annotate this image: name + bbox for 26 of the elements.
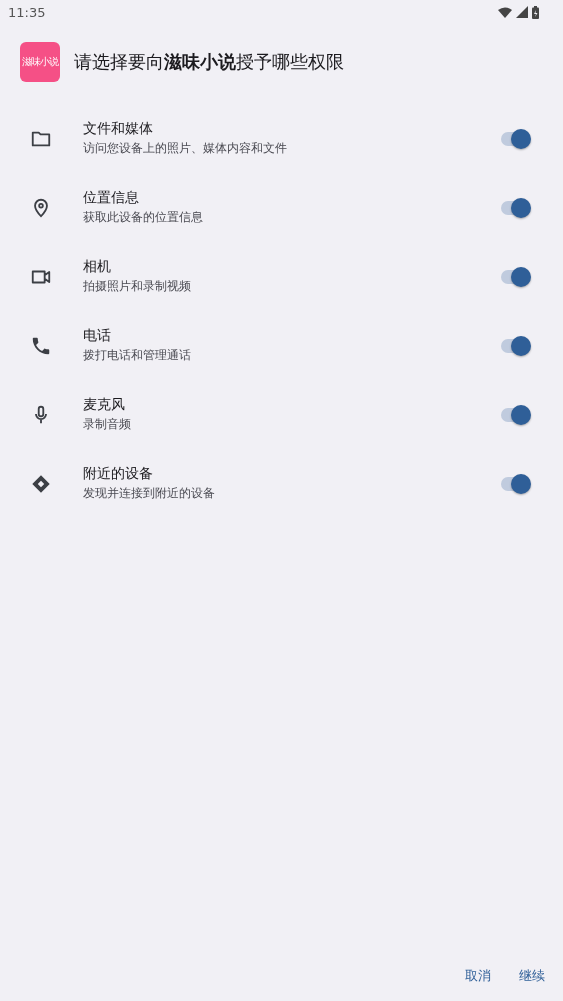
toggle-switch[interactable] [501,200,529,215]
battery-icon [532,5,539,19]
toggle-switch[interactable] [501,476,529,491]
toggle-switch[interactable] [501,338,529,353]
permission-name: 位置信息 [83,189,140,207]
toggle-switch[interactable] [501,269,529,284]
wifi-icon [498,6,512,18]
permission-name: 电话 [83,327,112,345]
permission-description: 获取此设备的位置信息 [83,209,204,226]
permission-description: 发现并连接到附近的设备 [83,485,216,502]
permission-description: 拨打电话和管理通话 [83,347,192,364]
permission-name: 文件和媒体 [83,120,154,138]
status-time: 11:35 [8,4,46,20]
permission-description: 访问您设备上的照片、媒体内容和文件 [83,140,288,157]
permission-description: 拍摄照片和录制视频 [83,278,192,295]
dialog-title: 请选择要向滋味小说授予哪些权限 [74,50,344,74]
toggle-switch[interactable] [501,407,529,422]
toggle-switch[interactable] [501,131,529,146]
continue-button[interactable]: 继续 [509,961,555,991]
permission-description: 录制音频 [83,416,132,433]
signal-icon [516,6,528,18]
app-logo: 滋味小说 [20,42,60,82]
permission-name: 麦克风 [83,396,126,414]
cancel-button[interactable]: 取消 [455,961,501,991]
permission-name: 附近的设备 [83,465,154,483]
permission-name: 相机 [83,258,112,276]
